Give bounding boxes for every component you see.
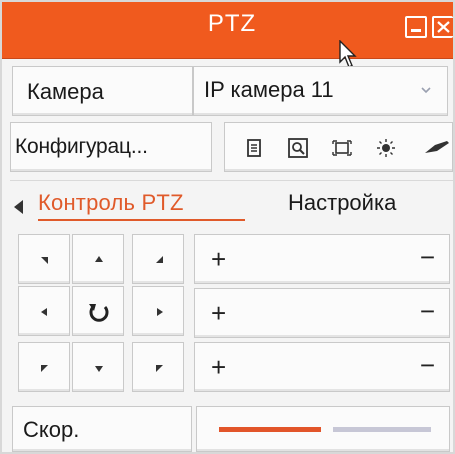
arrow-right-icon [157,308,163,316]
speed-slider-box [196,406,450,452]
auto-rotate-icon [89,304,109,322]
tilt-up-button[interactable] [72,234,124,284]
light-icon[interactable] [375,137,397,159]
pan-up-right-button[interactable] [132,234,184,284]
iris-control-row: + − [194,342,450,392]
window-title: PTZ [207,10,257,37]
arrow-left-icon [41,308,47,316]
tab-settings[interactable]: Настройка [288,190,396,216]
camera-select-value: IP камера 11 [204,77,334,102]
ptz-window: PTZ Камера IP камера 11 Конфигурац... Ко… [0,0,455,454]
wiper-icon[interactable] [421,137,451,159]
arrow-down-icon [95,366,103,372]
zoom-out-button[interactable]: − [420,242,435,273]
pan-up-left-button[interactable] [18,234,70,284]
config-button[interactable]: Конфигурац... [10,122,212,172]
zoom-control-row: + − [194,234,450,284]
camera-label-box: Камера [12,66,193,116]
close-button[interactable] [432,16,453,38]
zoom-in-button[interactable]: + [211,244,226,275]
tab-scroll-left-icon[interactable] [14,200,23,214]
tab-ptz-control[interactable]: Контроль PTZ [38,190,184,216]
auto-rotate-button[interactable] [72,286,124,336]
speed-slider[interactable] [219,427,431,432]
close-icon [437,21,450,33]
iris-close-button[interactable]: − [420,350,435,381]
zoom-box-icon[interactable] [287,137,309,159]
ptz-toolbar [224,122,453,172]
camera-label: Камера [27,79,104,104]
document-icon[interactable] [243,137,265,159]
pan-down-right-button[interactable] [132,342,184,392]
focus-in-button[interactable]: + [211,298,226,329]
focus-out-button[interactable]: − [420,296,435,327]
arrow-down-left-icon [41,365,48,372]
focus-control-row: + − [194,288,450,338]
arrow-up-left-icon [41,257,48,264]
speed-slider-fill [219,427,321,432]
tilt-down-button[interactable] [72,342,124,392]
camera-select[interactable]: IP камера 11 [193,66,448,116]
arrow-down-right-icon [156,365,163,372]
minimize-button[interactable] [405,16,427,38]
section-divider [10,180,453,181]
pan-left-button[interactable] [18,286,70,336]
title-bar[interactable]: PTZ [2,2,453,68]
pan-right-button[interactable] [132,286,184,336]
speed-slider-handle[interactable] [321,427,333,432]
config-label: Конфигурац... [15,135,148,158]
arrow-up-icon [95,256,103,262]
pan-down-left-button[interactable] [18,342,70,392]
active-tab-underline [38,219,245,221]
arrow-up-right-icon [156,256,163,263]
speed-label-box: Скор. [12,406,192,452]
iris-open-button[interactable]: + [211,352,226,383]
chevron-down-icon [421,87,431,94]
focus-frame-icon[interactable] [331,137,353,159]
speed-label: Скор. [23,417,80,442]
